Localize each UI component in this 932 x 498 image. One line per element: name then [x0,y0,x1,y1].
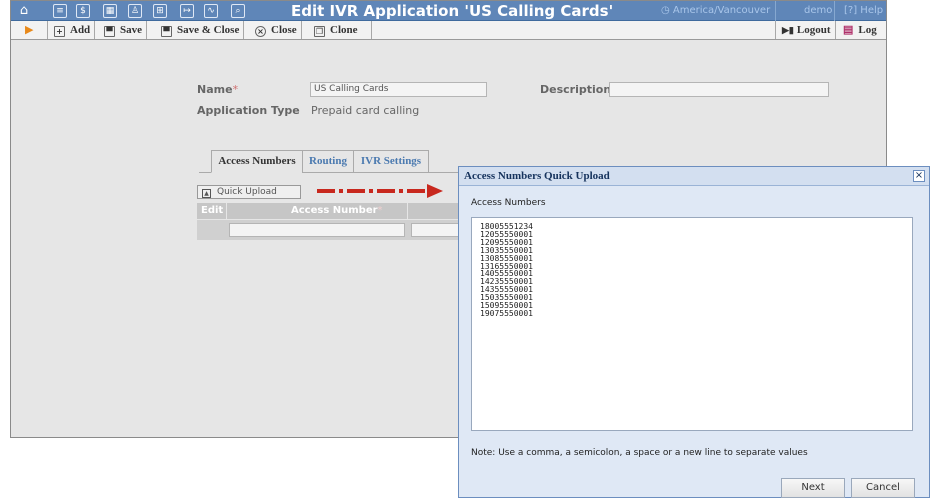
page-title: Edit IVR Application 'US Calling Cards' [291,2,614,20]
list-icon[interactable]: ≡ [53,4,67,18]
arrow-box-icon[interactable]: ↦ [180,4,194,18]
help-link[interactable]: [?] Help [844,5,883,16]
log-button[interactable]: ▤ Log [839,21,881,39]
logout-button[interactable]: ▶▮ Logout [775,21,836,39]
tab-routing[interactable]: Routing [302,150,354,173]
number-line: 19075550001 [480,308,533,318]
column-edit: Edit [201,205,224,216]
play-icon[interactable]: ▶ [25,23,33,36]
number-line: 13035550001 [480,245,533,255]
help-label: Help [860,5,884,16]
dashed-arrow-annotation [317,184,443,198]
name-label: Name* [197,83,238,96]
close-label: Close [271,24,297,36]
column-divider [226,203,227,219]
cancel-button[interactable]: Cancel [851,478,915,498]
toolbar: ▶ + Add ▀ Save ▀ Save & Close × Close ❐ Clone… [11,21,886,40]
number-line: 12095550001 [480,237,533,247]
save-label: Save [120,24,142,36]
grid-icon[interactable]: ▦ [103,4,117,18]
search-icon[interactable]: ⌕ [231,4,245,18]
description-label: Description [540,83,612,96]
name-label-text: Name [197,83,233,96]
person-icon[interactable]: ♙ [128,4,142,18]
dollar-icon[interactable]: $ [76,4,90,18]
access-numbers-label: Access Numbers [471,198,546,208]
timezone-link[interactable]: ◷ America/Vancouver [661,5,770,16]
required-mark: * [377,205,383,216]
number-line: 13165550001 [480,261,533,271]
access-numbers-textarea[interactable]: 18005551234 12055550001 12095550001 1303… [471,217,913,431]
clone-label: Clone [330,24,358,36]
column-access-number: Access Number* [291,203,383,219]
floppy-icon: ▀ [104,26,115,37]
row-extra-input[interactable] [411,223,459,237]
quick-upload-button[interactable]: ▲ Quick Upload [197,185,301,199]
dialog-title-bar: Access Numbers Quick Upload × [459,167,929,186]
quick-upload-dialog: Access Numbers Quick Upload × Access Num… [458,166,930,498]
add-label: Add [70,24,91,36]
logout-label: Logout [796,24,831,36]
header-bar: ⌂ ≡ $ ▦ ♙ ⊞ ↦ ∿ ⌕ Edit IVR Application '… [11,1,886,21]
save-button[interactable]: ▀ Save [104,21,147,39]
network-icon[interactable]: ⊞ [153,4,167,18]
next-button[interactable]: Next [781,478,845,498]
application-type-label: Application Type [197,104,300,117]
floppy-icon: ▀ [161,26,172,37]
upload-icon: ▲ [202,189,211,198]
clone-icon: ❐ [314,26,325,37]
user-link[interactable]: demo [804,5,832,16]
separator-note: Note: Use a comma, a semicolon, a space … [471,448,808,458]
quick-upload-label: Quick Upload [217,187,277,197]
dialog-title: Access Numbers Quick Upload [464,170,610,182]
clock-icon: ◷ [661,5,673,16]
header-divider [775,1,776,21]
plus-icon: + [54,26,65,37]
clone-button[interactable]: ❐ Clone [314,21,372,39]
close-icon[interactable]: × [913,170,925,182]
number-line: 14055550001 [480,269,533,279]
required-mark: * [232,83,239,96]
number-line: 12055550001 [480,229,533,239]
number-line: 13085550001 [480,253,533,263]
number-line: 18005551234 [480,222,533,231]
number-line: 14355550001 [480,285,533,295]
save-close-button[interactable]: ▀ Save & Close [161,21,245,39]
close-icon: × [255,26,266,37]
application-type-value: Prepaid card calling [311,104,420,117]
log-icon: ▤ [843,24,854,36]
table-row [197,220,459,240]
close-button[interactable]: × Close [255,21,302,39]
number-line: 14235550001 [480,277,533,287]
tab-access-numbers[interactable]: Access Numbers [211,150,303,173]
name-input[interactable]: US Calling Cards [310,82,487,97]
access-number-input[interactable] [229,223,405,237]
description-input[interactable] [609,82,829,97]
column-access-number-label: Access Number [291,205,378,216]
logout-icon: ▶▮ [782,25,794,35]
header-divider [834,1,835,21]
save-close-label: Save & Close [177,24,240,36]
help-icon: [?] [844,5,861,16]
add-button[interactable]: + Add [47,21,96,39]
timezone-label: America/Vancouver [672,5,771,16]
access-numbers-grid-header: Edit Access Number* [197,203,459,219]
number-line: 15035550001 [480,293,533,303]
chart-icon[interactable]: ∿ [204,4,218,18]
home-icon[interactable]: ⌂ [17,4,31,18]
tab-ivr-settings[interactable]: IVR Settings [353,150,429,173]
number-line: 15095550001 [480,301,533,311]
column-divider [407,203,408,219]
log-label: Log [858,24,877,36]
